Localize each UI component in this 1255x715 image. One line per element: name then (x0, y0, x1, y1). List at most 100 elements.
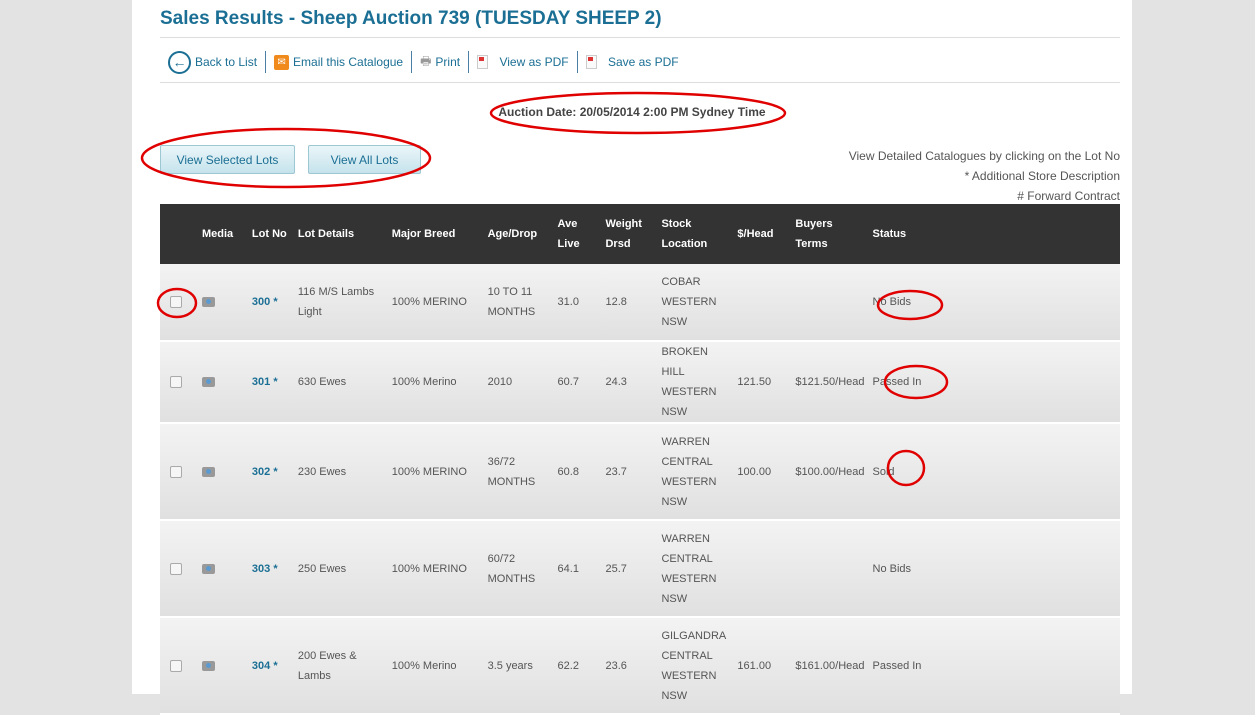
email-catalogue-button[interactable]: ✉ Email this Catalogue (266, 50, 411, 74)
pdf-icon (477, 55, 489, 69)
back-arrow-icon: ← (168, 50, 191, 74)
column-header (160, 204, 198, 264)
ave-live: 64.1 (553, 520, 602, 618)
column-header: Status (868, 204, 1120, 264)
media-cell (197, 520, 248, 618)
age-drop: 36/72 MONTHS (483, 423, 554, 521)
price-per-head: 121.50 (733, 341, 792, 424)
email-icon: ✉ (274, 54, 290, 70)
camera-icon[interactable] (201, 297, 215, 307)
age-drop: 3.5 years (483, 617, 554, 715)
ave-live: 31.0 (553, 264, 602, 342)
select-cell (160, 617, 198, 715)
ave-live: 62.2 (553, 617, 602, 715)
select-cell (160, 423, 198, 521)
stock-location: WARREN CENTRAL WESTERN NSW (657, 423, 734, 521)
column-header: Major Breed (387, 204, 484, 264)
lot-number-link[interactable]: 304 * (247, 617, 294, 715)
camera-icon[interactable] (201, 466, 215, 477)
lot-checkbox[interactable] (170, 376, 182, 388)
print-label: Print (435, 55, 461, 69)
major-breed: 100% MERINO (387, 264, 484, 342)
column-header: Stock Location (657, 204, 734, 264)
back-to-list-button[interactable]: ← Back to List (168, 50, 265, 74)
price-per-head: 161.00 (733, 617, 792, 715)
status: Passed In (868, 617, 1120, 715)
view-selected-lots-button[interactable]: View Selected Lots (160, 145, 295, 174)
column-header: Lot Details (293, 204, 388, 264)
column-header: Media (197, 204, 248, 264)
stock-location: BROKEN HILL WESTERN NSW (657, 341, 734, 424)
age-drop: 10 TO 11 MONTHS (483, 264, 554, 342)
buyers-terms (791, 520, 869, 618)
price-per-head (733, 264, 792, 342)
page-title: Sales Results - Sheep Auction 739 (TUESD… (160, 8, 662, 29)
view-pdf-label: View as PDF (499, 55, 569, 69)
table-row: 304 * 200 Ewes & Lambs 100% Merino 3.5 year… (160, 617, 1120, 715)
age-drop: 2010 (483, 341, 554, 424)
print-button[interactable]: 🖶 Print (412, 50, 468, 74)
column-header: $/Head (733, 204, 792, 264)
save-pdf-button[interactable]: Save as PDF (578, 50, 687, 74)
lot-details: 200 Ewes & Lambs (293, 617, 388, 715)
view-pdf-button[interactable]: View as PDF (469, 50, 576, 74)
legend-notes: View Detailed Catalogues by clicking on … (849, 146, 1120, 206)
printer-icon: 🖶 (420, 53, 432, 68)
page: Sales Results - Sheep Auction 739 (TUESD… (132, 0, 1132, 715)
ave-live: 60.8 (553, 423, 602, 521)
table-row: 301 * 630 Ewes 100% Merino 2010 60.7 24.3 BROK… (160, 341, 1120, 424)
toolbar: ← Back to List ✉ Email this Catalogue 🖶 Pri… (168, 50, 687, 74)
select-cell (160, 520, 198, 618)
stock-location: COBAR WESTERN NSW (657, 264, 734, 342)
weight-drsd: 12.8 (601, 264, 658, 342)
weight-drsd: 23.6 (601, 617, 658, 715)
camera-icon[interactable] (201, 377, 215, 387)
lot-details: 630 Ewes (293, 341, 388, 424)
back-label: Back to List (195, 55, 258, 69)
divider (160, 37, 1120, 38)
note: * Additional Store Description (964, 169, 1120, 183)
lot-number-link[interactable]: 300 * (247, 264, 294, 342)
divider (160, 82, 1120, 83)
auction-date: Auction Date: 20/05/2014 2:00 PM Sydney … (498, 105, 766, 119)
buyers-terms: $121.50/Head (791, 341, 869, 424)
buyers-terms: $100.00/Head (791, 423, 869, 521)
weight-drsd: 24.3 (601, 341, 658, 424)
lot-checkbox[interactable] (170, 465, 182, 478)
price-per-head (733, 520, 792, 618)
table-row: 300 * 116 M/S Lambs Light 100% MERINO 10 TO… (160, 264, 1120, 342)
results-table: Media Lot No Lot Details Major Breed Age/Dro… (160, 204, 1120, 715)
select-cell (160, 264, 198, 342)
major-breed: 100% MERINO (387, 520, 484, 618)
ave-live: 60.7 (553, 341, 602, 424)
select-cell (160, 341, 198, 424)
lot-number-link[interactable]: 301 * (247, 341, 294, 424)
lot-details: 116 M/S Lambs Light (293, 264, 388, 342)
camera-icon[interactable] (201, 660, 215, 671)
note: View Detailed Catalogues by clicking on … (848, 149, 1120, 163)
pdf-icon (585, 55, 597, 69)
stock-location: WARREN CENTRAL WESTERN NSW (657, 520, 734, 618)
column-header: Age/Drop (483, 204, 554, 264)
lot-checkbox[interactable] (170, 296, 182, 308)
email-label: Email this Catalogue (293, 55, 404, 69)
lot-checkbox[interactable] (170, 562, 182, 575)
age-drop: 60/72 MONTHS (483, 520, 554, 618)
media-cell (197, 617, 248, 715)
lot-number-link[interactable]: 302 * (247, 423, 294, 521)
lot-number-link[interactable]: 303 * (247, 520, 294, 618)
buyers-terms (791, 264, 869, 342)
lot-checkbox[interactable] (170, 659, 182, 672)
column-header: Lot No (247, 204, 294, 264)
media-cell (197, 341, 248, 424)
status: No Bids (868, 520, 1120, 618)
column-header: Ave Live (553, 204, 602, 264)
status: No Bids (868, 264, 1120, 342)
camera-icon[interactable] (201, 563, 215, 574)
media-cell (197, 423, 248, 521)
column-header: Buyers Terms (791, 204, 869, 264)
weight-drsd: 23.7 (601, 423, 658, 521)
view-all-lots-button[interactable]: View All Lots (308, 145, 421, 174)
status: Sold (868, 423, 1120, 521)
note: # Forward Contract (1017, 189, 1120, 203)
